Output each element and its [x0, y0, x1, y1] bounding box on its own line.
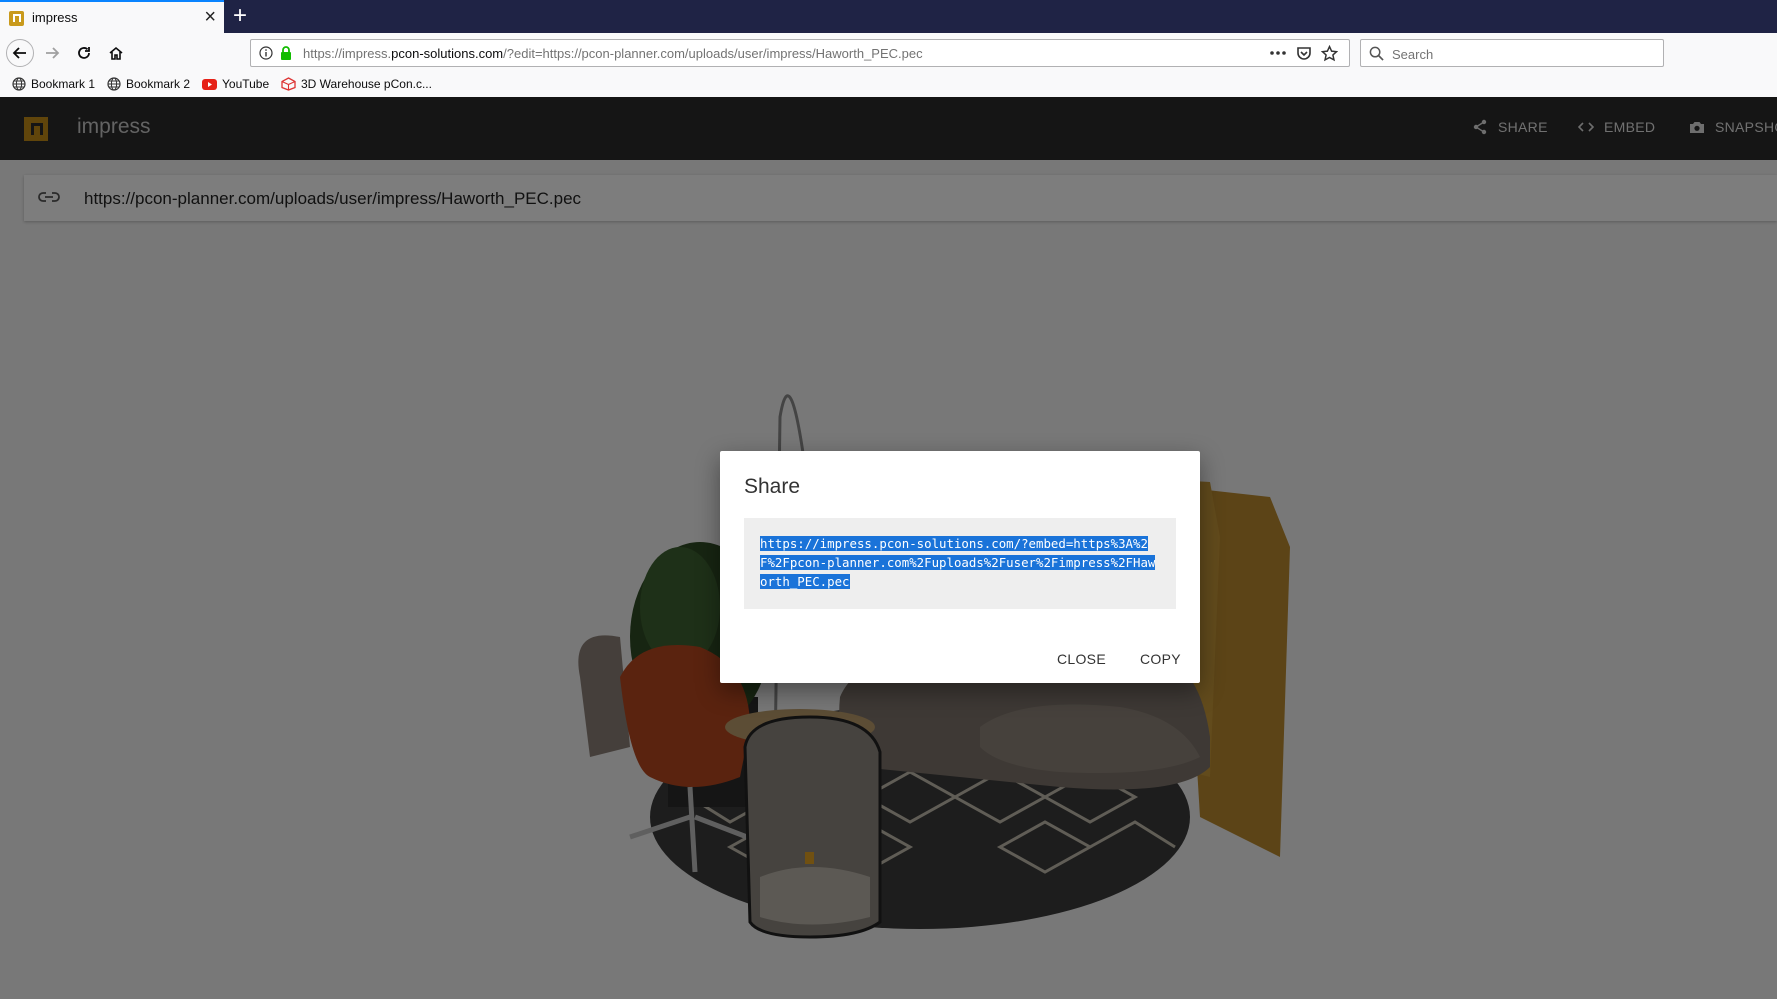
bookmark-label: YouTube [222, 77, 270, 91]
url-host: pcon-solutions.com [391, 46, 504, 61]
youtube-icon [202, 78, 217, 90]
lock-icon[interactable] [279, 45, 293, 61]
tab-close-icon[interactable]: × [204, 6, 216, 28]
search-icon [1369, 46, 1384, 61]
tab-title: impress [32, 10, 78, 25]
forward-arrow-icon [46, 47, 60, 59]
browser-nav-bar: https://impress.pcon-solutions.com/?edit… [0, 33, 1777, 73]
bookmarks-toolbar: Bookmark 1 Bookmark 2 YouTube 3D Warehou… [0, 73, 1777, 98]
bookmark-label: 3D Warehouse pCon.c... [301, 77, 432, 91]
copy-button[interactable]: COPY [1140, 651, 1181, 667]
share-dialog: Share https://impress.pcon-solutions.com… [720, 451, 1200, 683]
reload-icon [78, 47, 90, 59]
search-input[interactable]: Search [1392, 47, 1433, 62]
bookmark-label: Bookmark 2 [126, 77, 191, 91]
info-icon[interactable] [259, 46, 273, 60]
url-prefix: https://impress. [303, 46, 392, 61]
new-tab-plus-icon[interactable]: + [233, 2, 247, 30]
forward-button[interactable] [38, 39, 66, 67]
bookmark-item[interactable]: YouTube [202, 77, 269, 91]
reload-button[interactable] [70, 39, 98, 67]
bookmark-label: Bookmark 1 [31, 77, 96, 91]
address-url: https://impress.pcon-solutions.com/?edit… [303, 46, 923, 61]
bookmark-item[interactable]: Bookmark 2 [107, 77, 190, 91]
warehouse-icon [281, 77, 296, 91]
impress-favicon-icon [9, 11, 24, 26]
back-arrow-icon [12, 47, 26, 59]
search-bar[interactable]: Search [1360, 39, 1664, 67]
back-button[interactable] [6, 39, 34, 67]
close-button[interactable]: CLOSE [1057, 651, 1106, 667]
bookmark-item[interactable]: Bookmark 1 [12, 77, 95, 91]
page-actions-menu-icon[interactable] [1269, 49, 1287, 57]
browser-tab-bar: impress × + [0, 0, 1777, 33]
bookmark-item[interactable]: 3D Warehouse pCon.c... [281, 77, 432, 91]
globe-icon [12, 77, 26, 91]
impress-app: impress SHARE EMBED SNAPSHO https://pcon… [0, 97, 1777, 999]
share-url-box[interactable]: https://impress.pcon-solutions.com/?embe… [744, 518, 1176, 609]
home-button[interactable] [102, 39, 130, 67]
home-icon [109, 46, 123, 60]
browser-tab[interactable]: impress × [0, 0, 224, 33]
dialog-title: Share [744, 475, 801, 498]
bookmark-star-icon[interactable] [1321, 45, 1338, 62]
url-suffix: /?edit=https://pcon-planner.com/uploads/… [503, 46, 923, 61]
address-bar[interactable]: https://impress.pcon-solutions.com/?edit… [250, 39, 1350, 67]
share-url-text[interactable]: https://impress.pcon-solutions.com/?embe… [760, 536, 1156, 589]
globe-icon [107, 77, 121, 91]
pocket-icon[interactable] [1296, 45, 1312, 61]
